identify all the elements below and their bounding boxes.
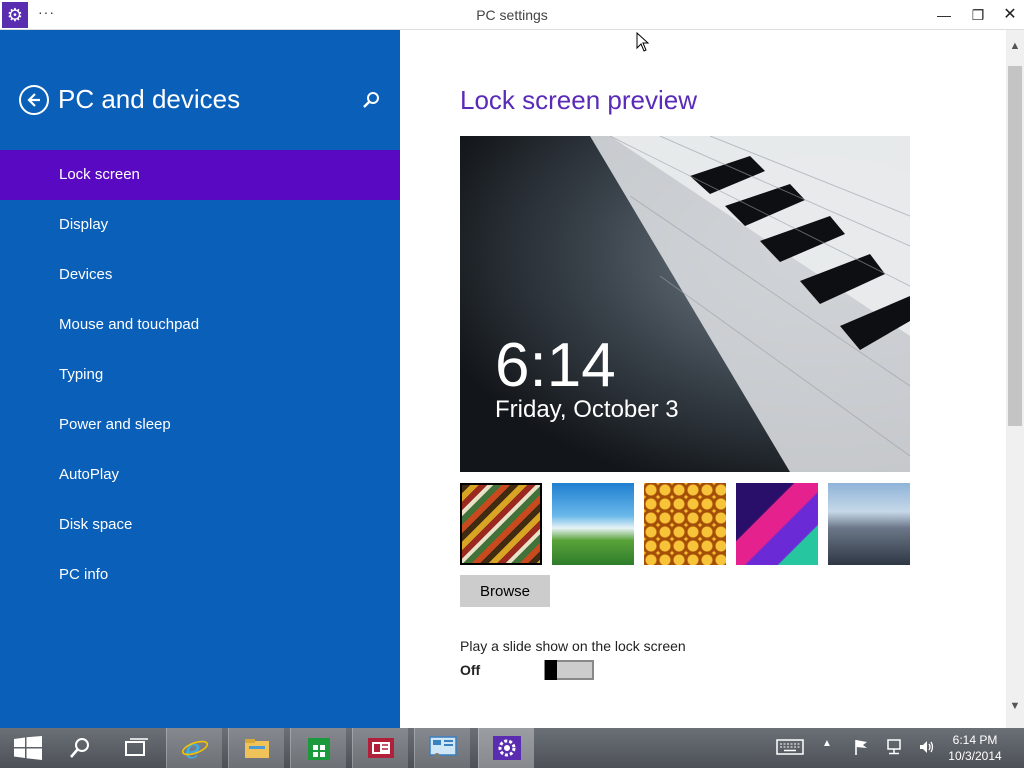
taskbar-internet-explorer[interactable]: e (166, 728, 222, 768)
control-panel-icon (429, 736, 457, 759)
taskbar-store[interactable] (290, 728, 346, 768)
scroll-up-arrow-icon[interactable]: ▲ (1006, 40, 1024, 54)
window-title: PC settings (476, 7, 548, 23)
windows-logo-icon (14, 736, 42, 760)
settings-gear-icon (493, 736, 521, 760)
slideshow-toggle-state: Off (460, 662, 481, 678)
volume-icon[interactable] (916, 738, 938, 758)
back-arrow-icon[interactable] (19, 85, 49, 115)
vertical-scrollbar[interactable]: ▲ ▼ (1006, 30, 1024, 728)
lock-screen-picture-space-needle[interactable] (552, 483, 634, 565)
mouse-cursor-icon (636, 31, 650, 57)
scrollbar-thumb[interactable] (1008, 66, 1022, 426)
sidebar-item-display[interactable]: Display (0, 200, 400, 250)
sidebar-item-autoplay[interactable]: AutoPlay (0, 450, 400, 500)
toggle-knob (545, 660, 557, 680)
sidebar-item-mouse-and-touchpad[interactable]: Mouse and touchpad (0, 300, 400, 350)
lock-screen-date: Friday, October 3 (495, 396, 679, 423)
title-bar: ⚙ ··· PC settings — ❐ ✕ (0, 0, 1024, 30)
main-content: Lock screen preview 6:14 Friday, October… (400, 30, 1006, 728)
task-view-button[interactable] (108, 728, 164, 768)
lock-screen-picture-list (460, 483, 910, 565)
task-view-icon (125, 738, 148, 756)
folder-icon (245, 739, 269, 758)
close-button[interactable]: ✕ (996, 5, 1024, 25)
browse-button[interactable]: Browse (460, 575, 550, 607)
taskbar-control-panel[interactable] (414, 728, 470, 768)
lock-screen-preview: 6:14 Friday, October 3 (460, 136, 910, 472)
lock-screen-time: 6:14 (495, 331, 616, 400)
taskbar-pc-settings[interactable] (478, 728, 534, 768)
news-icon (368, 738, 394, 758)
sidebar-item-typing[interactable]: Typing (0, 350, 400, 400)
sidebar-item-devices[interactable]: Devices (0, 250, 400, 300)
touch-keyboard-icon[interactable] (776, 738, 804, 758)
sidebar-item-disk-space[interactable]: Disk space (0, 500, 400, 550)
taskbar-news[interactable] (352, 728, 408, 768)
sidebar-item-pc-info[interactable]: PC info (0, 550, 400, 600)
clock-time: 6:14 PM (952, 733, 998, 747)
taskbar: e ▲ 6:14 PM 10/3/2014 (0, 728, 1024, 768)
store-bag-icon (308, 738, 330, 760)
sidebar: PC and devices Lock screen Display Devic… (0, 30, 400, 728)
page-title: Lock screen preview (460, 85, 697, 115)
taskbar-clock[interactable]: 6:14 PM 10/3/2014 (940, 732, 1010, 764)
minimize-button[interactable]: — (930, 5, 958, 25)
lock-screen-picture-stripes[interactable] (460, 483, 542, 565)
sidebar-nav: Lock screen Display Devices Mouse and to… (0, 150, 400, 600)
lock-screen-picture-ribbons[interactable] (736, 483, 818, 565)
lock-screen-picture-honeycomb[interactable] (644, 483, 726, 565)
network-icon[interactable] (884, 738, 906, 758)
maximize-button[interactable]: ❐ (964, 5, 992, 25)
lock-screen-picture-tunnel[interactable] (828, 483, 910, 565)
taskbar-search-button[interactable] (52, 728, 108, 768)
slideshow-toggle[interactable] (544, 660, 594, 680)
slideshow-label: Play a slide show on the lock screen (460, 638, 686, 654)
sidebar-item-power-and-sleep[interactable]: Power and sleep (0, 400, 400, 450)
sidebar-title: PC and devices (58, 84, 241, 114)
sidebar-item-lock-screen[interactable]: Lock screen (0, 150, 400, 200)
scroll-down-arrow-icon[interactable]: ▼ (1006, 700, 1024, 714)
clock-date: 10/3/2014 (948, 749, 1002, 763)
search-icon[interactable] (360, 90, 382, 112)
start-button[interactable] (0, 728, 56, 768)
internet-explorer-icon: e (181, 736, 209, 760)
action-center-flag-icon[interactable] (850, 738, 872, 758)
show-hidden-icons-chevron-icon[interactable]: ▲ (816, 738, 838, 758)
svg-text:e: e (185, 736, 200, 760)
search-icon (70, 738, 89, 758)
taskbar-file-explorer[interactable] (228, 728, 284, 768)
